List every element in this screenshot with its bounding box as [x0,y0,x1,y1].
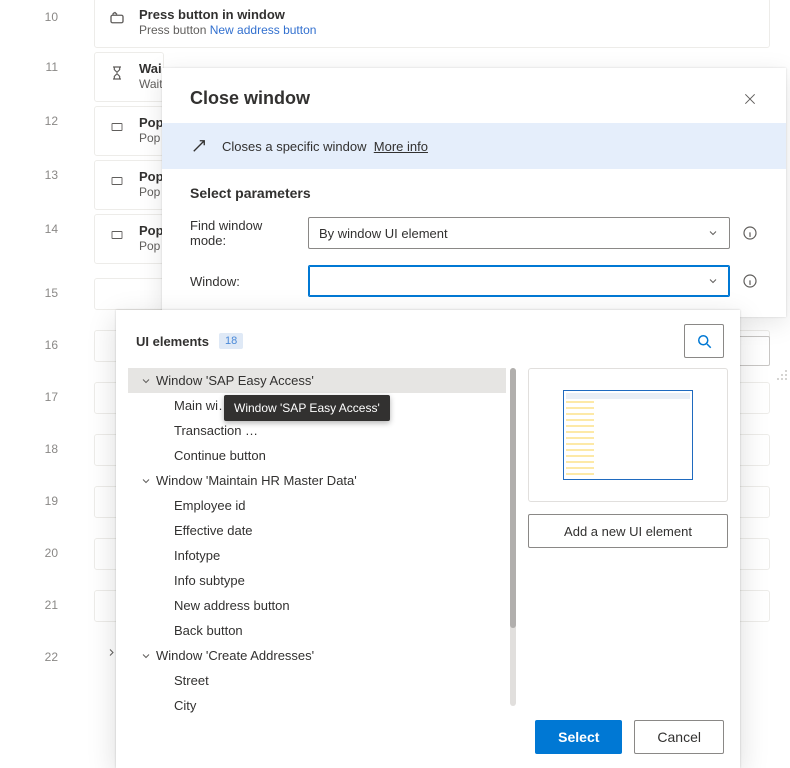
textbox-icon [107,117,127,137]
element-preview [528,368,728,502]
tree-group-label: Window 'SAP Easy Access' [154,373,314,388]
line-number: 18 [30,442,58,456]
chevron-down-icon [138,650,154,662]
flow-step[interactable]: Pop Pop [94,214,164,264]
tree-group[interactable]: Window 'SAP Easy Access' [128,368,506,393]
tree-group-label: Window 'Maintain HR Master Data' [154,473,357,488]
step-title: Pop [139,169,149,184]
tree-item[interactable]: Transaction … [128,418,506,443]
tree-item[interactable]: Back button [128,618,506,643]
button-press-icon [107,9,127,29]
textbox-icon [107,171,127,191]
find-mode-dropdown[interactable]: By window UI element [308,217,730,249]
tree-item[interactable]: Street [128,668,506,693]
params-heading: Select parameters [162,169,786,209]
flow-step[interactable]: Pop Pop [94,106,164,156]
step-subtitle: Pop [139,131,149,145]
select-button[interactable]: Select [535,720,622,754]
find-mode-label: Find window mode: [190,218,296,248]
line-number: 12 [30,114,58,128]
tree-item[interactable]: Effective date [128,518,506,543]
action-description: Closes a specific window More info [162,123,786,169]
line-number: 19 [30,494,58,508]
close-window-modal: Close window Closes a specific window Mo… [162,68,786,317]
action-description-text: Closes a specific window [222,139,367,154]
line-number: 21 [30,598,58,612]
modal-title: Close window [190,88,310,109]
step-title: Pop [139,115,149,130]
line-number: 13 [30,168,58,182]
search-button[interactable] [684,324,724,358]
line-number: 22 [30,650,58,664]
tree-item[interactable]: Continue button [128,443,506,468]
preview-thumbnail [563,390,693,480]
info-icon[interactable] [742,273,758,289]
line-number: 16 [30,338,58,352]
flow-step[interactable]: Press button in window Press button New … [94,0,770,48]
close-window-icon [190,137,208,155]
step-subtitle: Pop [139,185,149,199]
ui-elements-count: 18 [219,333,243,349]
line-number: 14 [30,222,58,236]
tooltip: Window 'SAP Easy Access' [224,395,390,421]
tree-item[interactable]: Info subtype [128,568,506,593]
close-icon[interactable] [742,91,758,107]
tree-item[interactable]: Infotype [128,543,506,568]
chevron-down-icon [707,275,719,287]
window-dropdown[interactable] [308,265,730,297]
chevron-down-icon [138,475,154,487]
step-title: Wai [139,61,149,76]
resize-handle-icon[interactable] [776,368,790,382]
find-mode-value: By window UI element [319,226,448,241]
scrollbar[interactable] [510,368,516,706]
ui-elements-popup: UI elements 18 Window 'SAP Easy Access' … [116,310,740,768]
step-subtitle: Wait [139,77,149,91]
add-ui-element-button[interactable]: Add a new UI element [528,514,728,548]
step-subtitle: Pop [139,239,149,253]
line-number: 20 [30,546,58,560]
info-icon[interactable] [742,225,758,241]
cancel-button[interactable]: Cancel [634,720,724,754]
line-number: 15 [30,286,58,300]
line-number: 10 [30,10,58,24]
tree-group[interactable]: Window 'Maintain HR Master Data' [128,468,506,493]
step-subtitle: Press button New address button [139,23,755,37]
flow-step[interactable]: Wai Wait [94,52,164,102]
line-number: 17 [30,390,58,404]
chevron-down-icon [707,227,719,239]
textbox-icon [107,225,127,245]
tree-item[interactable]: New address button [128,593,506,618]
step-title: Press button in window [139,7,755,22]
tree-item[interactable]: Employee id [128,493,506,518]
line-number: 11 [30,60,58,74]
flow-step[interactable]: Pop Pop [94,160,164,210]
chevron-down-icon [138,375,154,387]
tree-group[interactable]: Window 'Create Addresses' [128,643,506,668]
tree-group-label: Window 'Create Addresses' [154,648,314,663]
hourglass-icon [107,63,127,83]
window-label: Window: [190,274,296,289]
more-info-link[interactable]: More info [374,139,428,154]
ui-elements-title: UI elements [136,334,209,349]
tree-item[interactable]: City [128,693,506,718]
step-title: Pop [139,223,149,238]
